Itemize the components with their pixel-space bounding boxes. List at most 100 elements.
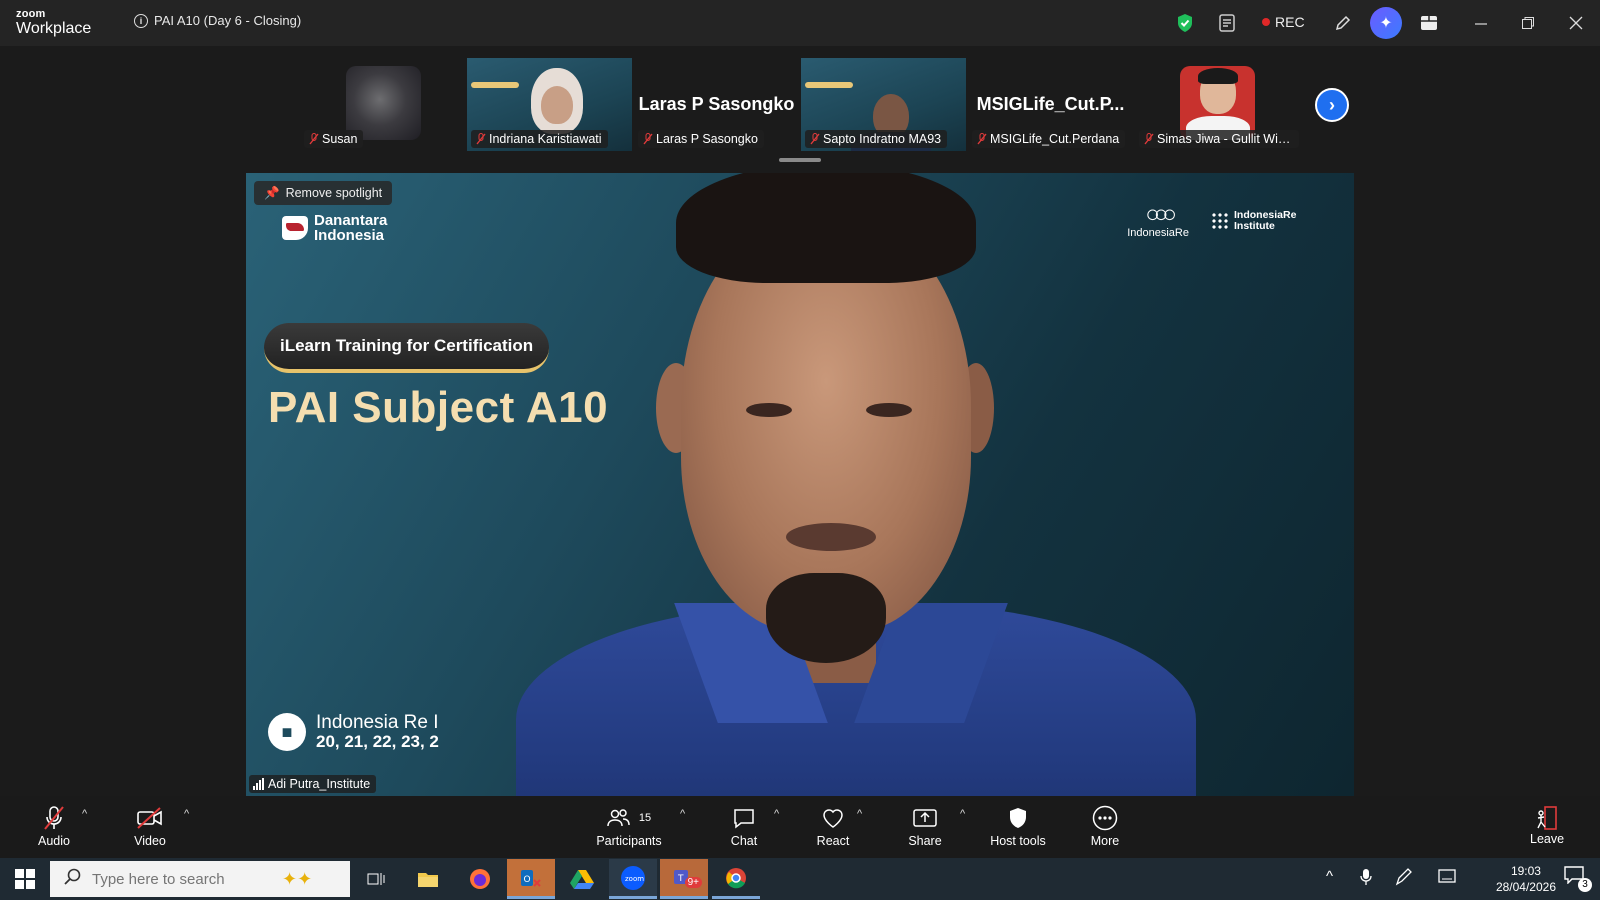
chevron-right-icon: › bbox=[1329, 94, 1335, 115]
slide-footer: ■ Indonesia Re I 20, 21, 22, 23, 2 bbox=[268, 713, 439, 751]
ai-companion-button[interactable]: ✦ bbox=[1370, 7, 1402, 39]
remove-spotlight-button[interactable]: 📌 Remove spotlight bbox=[254, 181, 393, 205]
info-icon[interactable]: i bbox=[134, 13, 148, 28]
participants-count: 15 bbox=[638, 812, 652, 824]
host-tools-button[interactable]: Host tools bbox=[984, 804, 1052, 848]
chat-button[interactable]: Chat bbox=[724, 804, 764, 848]
task-view-icon[interactable] bbox=[352, 859, 400, 899]
participant-tile[interactable]: Susan bbox=[300, 58, 465, 151]
chevron-up-icon[interactable]: ^ bbox=[857, 808, 862, 820]
chevron-up-icon[interactable]: ^ bbox=[82, 808, 87, 820]
clock-time: 19:03 bbox=[1510, 864, 1541, 878]
speaker-beard bbox=[766, 573, 886, 663]
meeting-title: PAI A10 (Day 6 - Closing) bbox=[154, 13, 302, 28]
annotate-pencil-icon[interactable] bbox=[1332, 12, 1354, 34]
participant-nameplate: Simas Jiwa - Gullit Wid... bbox=[1139, 130, 1299, 148]
share-label: Share bbox=[908, 834, 942, 848]
participant-tile[interactable]: Sapto Indratno MA93 bbox=[801, 58, 966, 151]
chrome-icon[interactable] bbox=[712, 859, 760, 899]
rec-label: REC bbox=[1275, 14, 1305, 30]
audio-label: Audio bbox=[38, 834, 70, 848]
meeting-toolbar: Audio ^ Video ^ 15 Participants ^ Chat ^ bbox=[0, 796, 1600, 858]
logo-line2: Workplace bbox=[16, 20, 92, 37]
zoom-app-icon[interactable]: zoom bbox=[609, 859, 657, 899]
danantara-mark-icon bbox=[282, 216, 308, 240]
more-button[interactable]: More bbox=[1087, 804, 1123, 848]
video-button[interactable]: Video bbox=[130, 804, 170, 848]
transcript-icon[interactable] bbox=[1216, 12, 1238, 34]
chevron-up-icon[interactable]: ^ bbox=[184, 808, 189, 820]
meeting-info[interactable]: i PAI A10 (Day 6 - Closing) bbox=[134, 13, 301, 28]
gallery-strip: Susan Indriana Karistiawati Laras P Saso… bbox=[0, 46, 1600, 164]
file-explorer-icon[interactable] bbox=[404, 859, 452, 899]
danantara-logo: Danantara Indonesia bbox=[282, 213, 404, 243]
host-tools-label: Host tools bbox=[990, 834, 1046, 848]
microphone-icon[interactable] bbox=[1360, 868, 1372, 890]
slide-footer-line1: Indonesia Re I bbox=[316, 712, 439, 733]
share-button[interactable]: Share bbox=[905, 804, 945, 848]
touch-keyboard-icon[interactable] bbox=[1438, 868, 1456, 888]
mic-muted-icon bbox=[1144, 133, 1154, 145]
participants-icon bbox=[607, 809, 630, 827]
shield-icon bbox=[984, 804, 1052, 832]
react-label: React bbox=[816, 834, 850, 848]
participant-name: Simas Jiwa - Gullit Wid... bbox=[1157, 132, 1296, 146]
search-icon bbox=[64, 868, 82, 890]
mic-muted-icon bbox=[643, 133, 653, 145]
participant-face bbox=[541, 86, 573, 124]
windows-taskbar: ✦✦ O zoom T 9+ ^ bbox=[0, 858, 1600, 900]
taskbar-search[interactable]: ✦✦ bbox=[50, 861, 350, 897]
slide-badge-thumb bbox=[805, 82, 853, 88]
participant-display-name: MSIGLife_Cut.P... bbox=[976, 94, 1125, 114]
participant-tile[interactable]: Indriana Karistiawati bbox=[467, 58, 632, 151]
system-clock[interactable]: 19:03 28/04/2026 bbox=[1496, 863, 1556, 895]
participant-tile[interactable]: Simas Jiwa - Gullit Wid... bbox=[1135, 58, 1300, 151]
view-layout-icon[interactable] bbox=[1418, 12, 1440, 34]
rings-icon: ○○○ bbox=[1145, 201, 1176, 228]
gallery-scroll-indicator[interactable] bbox=[779, 158, 821, 162]
participant-name: Susan bbox=[322, 132, 358, 146]
audio-button[interactable]: Audio bbox=[34, 804, 74, 848]
slide-footer-line2: 20, 21, 22, 23, 2 bbox=[316, 732, 439, 751]
teams-icon[interactable]: T 9+ bbox=[660, 859, 708, 899]
security-shield-icon[interactable] bbox=[1174, 12, 1196, 34]
outlook-icon[interactable]: O bbox=[507, 859, 555, 899]
svg-text:zoom: zoom bbox=[625, 875, 644, 883]
notification-center-icon[interactable]: 3 bbox=[1564, 866, 1592, 892]
react-button[interactable]: React bbox=[812, 804, 854, 848]
sparkle-icon: ✦ bbox=[1379, 15, 1393, 32]
chevron-up-icon[interactable]: ^ bbox=[1326, 868, 1333, 885]
chevron-up-icon[interactable]: ^ bbox=[774, 808, 779, 820]
google-drive-icon[interactable] bbox=[558, 859, 606, 899]
dot-grid-icon bbox=[1211, 212, 1229, 230]
participant-tile[interactable]: Laras P Sasongko Laras P Sasongko bbox=[634, 58, 799, 151]
indonesiare-logo: ○○○ IndonesiaRe bbox=[1127, 201, 1189, 240]
search-input[interactable] bbox=[92, 870, 272, 888]
participants-button[interactable]: 15 Participants bbox=[594, 804, 664, 848]
indonesiare-institute-logo: IndonesiaRe Institute bbox=[1211, 210, 1314, 232]
chevron-up-icon[interactable]: ^ bbox=[680, 808, 685, 820]
participant-tile[interactable]: MSIGLife_Cut.P... MSIGLife_Cut.Perdana bbox=[968, 58, 1133, 151]
leave-button[interactable]: Leave bbox=[1530, 804, 1564, 846]
participant-nameplate: Sapto Indratno MA93 bbox=[805, 130, 948, 148]
minimize-icon[interactable] bbox=[1470, 12, 1492, 34]
close-icon[interactable] bbox=[1565, 12, 1587, 34]
restore-icon[interactable] bbox=[1517, 12, 1539, 34]
participants-label: Participants bbox=[596, 834, 662, 848]
speaker-eye bbox=[866, 403, 912, 417]
speaker-nameplate: Adi Putra_Institute bbox=[249, 775, 377, 793]
spotlight-video[interactable]: Danantara Indonesia ○○○ IndonesiaRe Indo… bbox=[246, 173, 1354, 796]
recording-indicator[interactable]: REC bbox=[1262, 14, 1305, 30]
speaker-mouth bbox=[786, 523, 876, 551]
windows-start-icon[interactable] bbox=[14, 868, 36, 890]
firefox-icon[interactable] bbox=[456, 859, 504, 899]
chat-label: Chat bbox=[730, 834, 758, 848]
chevron-up-icon[interactable]: ^ bbox=[960, 808, 965, 820]
mic-muted-icon bbox=[810, 133, 820, 145]
gallery-next-button[interactable]: › bbox=[1315, 88, 1349, 122]
leave-label: Leave bbox=[1530, 832, 1565, 846]
speaker-video bbox=[516, 173, 1196, 796]
pen-icon[interactable] bbox=[1395, 868, 1413, 890]
logo-line1: zoom bbox=[16, 8, 46, 20]
participant-nameplate: MSIGLife_Cut.Perdana bbox=[972, 130, 1126, 148]
